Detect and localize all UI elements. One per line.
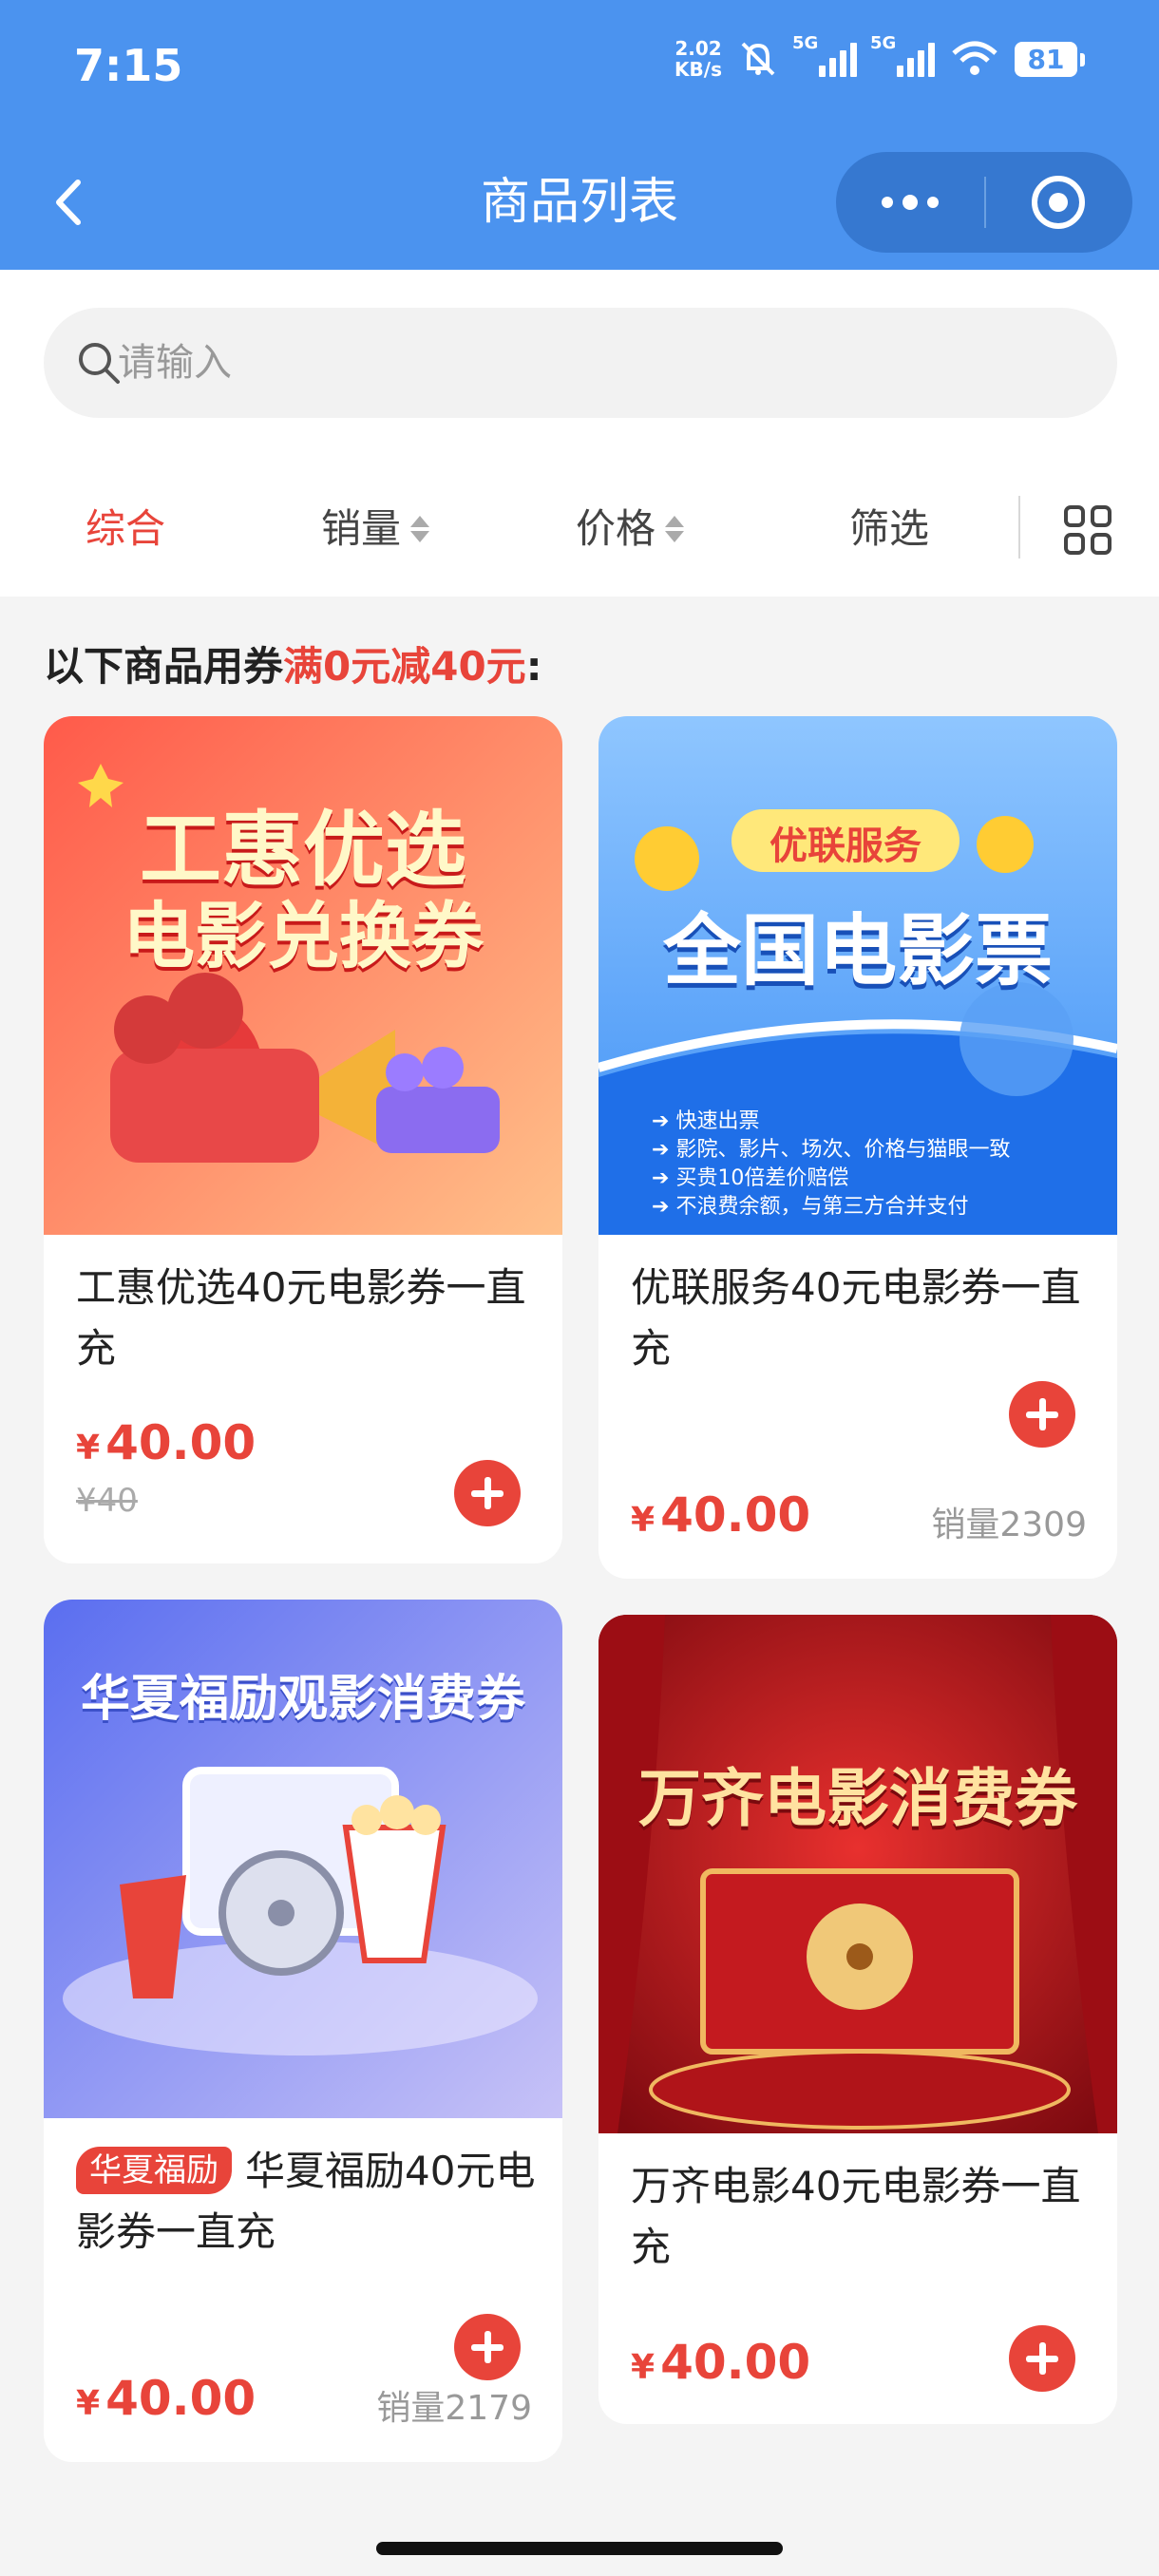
product-name: 工惠优选40元电影券一直充 <box>76 1264 526 1372</box>
brand-tag: 华夏福励 <box>76 2147 232 2194</box>
sort-icon <box>410 516 430 542</box>
tab-comprehensive[interactable]: 综合 <box>86 477 165 581</box>
product-name: 优联服务40元电影券一直充 <box>631 1264 1081 1372</box>
grid-view-icon[interactable] <box>1064 505 1113 555</box>
product-image: 优联服务 全国电影票 ➔ 快速出票 ➔ 影院、影片、场次、价格与猫眼一致 ➔ 买… <box>598 716 1117 1235</box>
more-icon <box>882 197 893 208</box>
signal-icon-2: 5G <box>870 33 935 77</box>
mute-icon <box>741 42 775 76</box>
add-to-cart-button[interactable] <box>454 2314 521 2380</box>
more-button[interactable] <box>836 152 984 253</box>
product-card[interactable]: 华夏福励观影消费券 华夏福励 华夏福励40元电影券一直充 ¥40.00 销量217… <box>44 1600 562 2462</box>
add-to-cart-button[interactable] <box>1009 2325 1075 2392</box>
home-indicator[interactable] <box>376 2542 783 2555</box>
product-price: ¥40.00 <box>76 1415 256 1470</box>
product-card[interactable]: 工惠优选 电影兑换券 工惠优选40元电影券一直充 ¥40.00 ¥40 <box>44 716 562 1563</box>
target-icon <box>1032 176 1085 229</box>
sort-icon <box>665 516 685 542</box>
search-icon <box>79 343 120 384</box>
sales-count: 销量2309 <box>931 1506 1087 1544</box>
sales-count: 销量2179 <box>376 2389 532 2428</box>
product-card[interactable]: 优联服务 全国电影票 ➔ 快速出票 ➔ 影院、影片、场次、价格与猫眼一致 ➔ 买… <box>598 716 1117 1579</box>
add-to-cart-button[interactable] <box>1009 1381 1075 1448</box>
product-price: ¥40.00 <box>631 2335 811 2390</box>
battery-icon: 81 <box>1015 41 1085 77</box>
tab-price[interactable]: 价格 <box>576 477 685 581</box>
status-bar: 7:15 2.02 KB/s 5G 5G 81 <box>0 0 1159 135</box>
product-name: 华夏福励 华夏福励40元电影券一直充 <box>76 2147 536 2255</box>
net-speed: 2.02 KB/s <box>674 37 722 81</box>
product-image: 工惠优选 电影兑换券 <box>44 716 562 1235</box>
tab-filter[interactable]: 筛选 <box>849 477 929 581</box>
signal-icon-1: 5G <box>792 33 857 77</box>
feature-list: ➔ 快速出票 ➔ 影院、影片、场次、价格与猫眼一致 ➔ 买贵10倍差价赔偿 ➔ … <box>652 1109 1011 1219</box>
tab-sales[interactable]: 销量 <box>321 477 430 581</box>
close-miniprogram-button[interactable] <box>984 152 1132 253</box>
product-name: 万齐电影40元电影券一直充 <box>631 2163 1081 2270</box>
status-time: 7:15 <box>74 40 183 91</box>
product-price: ¥40.00 <box>631 1487 811 1543</box>
search-box[interactable] <box>44 308 1117 418</box>
product-card[interactable]: 万齐电影消费券 万齐电影40元电影券一直充 ¥40.00 <box>598 1615 1117 2424</box>
add-to-cart-button[interactable] <box>454 1460 521 1526</box>
nav-bar: 商品列表 <box>0 135 1159 270</box>
status-icons: 2.02 KB/s 5G 5G 81 <box>674 33 1085 81</box>
coupon-hint: 以下商品用券满0元减40元: <box>44 643 542 690</box>
product-price: ¥40.00 <box>76 2371 256 2426</box>
divider <box>1018 496 1020 559</box>
product-image: 华夏福励观影消费券 <box>44 1600 562 2118</box>
search-filter-panel: 综合 销量 价格 筛选 <box>0 270 1159 597</box>
wifi-icon <box>952 41 998 75</box>
miniprogram-capsule <box>836 152 1132 253</box>
original-price: ¥40 <box>76 1482 138 1520</box>
product-image: 万齐电影消费券 <box>598 1615 1117 2133</box>
sort-tabs: 综合 销量 价格 筛选 <box>0 477 1159 581</box>
search-input[interactable] <box>118 308 1068 418</box>
